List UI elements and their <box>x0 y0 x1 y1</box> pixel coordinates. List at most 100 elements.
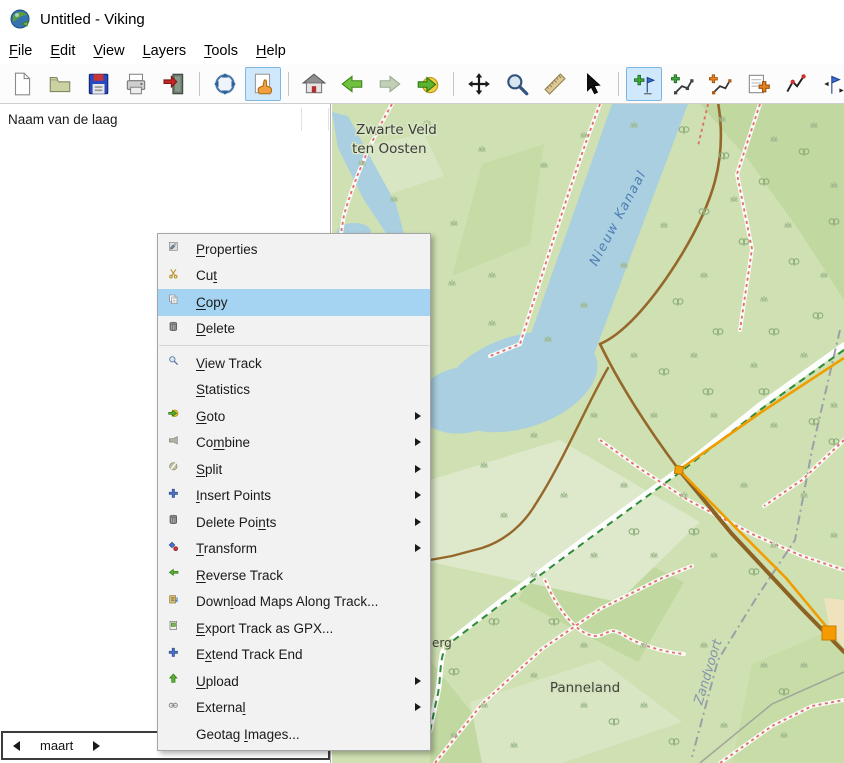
app-globe-icon <box>9 8 31 30</box>
edit-trackpoint-button[interactable] <box>778 67 814 101</box>
create-route-button[interactable] <box>702 67 738 101</box>
context-menu-item-extend-track-end[interactable]: Extend Track End <box>158 642 430 669</box>
circle-arrows-icon <box>214 72 236 95</box>
submenu-arrow-icon <box>415 438 421 446</box>
map-label-area1: Zwarte Veld <box>356 122 437 138</box>
exit-button[interactable] <box>156 67 192 101</box>
context-menu-item-label: Cut <box>196 268 217 283</box>
save-file-button[interactable] <box>80 67 116 101</box>
context-menu-item-label: Insert Points <box>196 488 271 503</box>
month-next-button[interactable] <box>93 740 101 751</box>
ruler-icon <box>544 72 566 95</box>
context-menu-item-split[interactable]: Split <box>158 456 430 483</box>
go-home-button[interactable] <box>296 67 332 101</box>
print-button[interactable] <box>118 67 154 101</box>
month-prev-button[interactable] <box>13 740 20 751</box>
go-back-button[interactable] <box>334 67 370 101</box>
context-menu-item-goto[interactable]: Goto <box>158 403 430 430</box>
submenu-arrow-icon <box>415 464 421 473</box>
context-menu-item-text: Geotag <box>196 726 245 742</box>
context-menu-item-upload[interactable]: Upload <box>158 668 430 695</box>
context-menu-item-download-maps-along-track[interactable]: Download Maps Along Track... <box>158 589 430 616</box>
context-menu-item-geotag-images[interactable]: Geotag Images... <box>158 721 430 748</box>
context-menu-item-properties[interactable]: Properties <box>158 236 430 263</box>
menubar-item-text: H <box>255 43 267 59</box>
new-file-button[interactable] <box>4 67 40 101</box>
no-icon <box>167 382 185 398</box>
menubar-item-file[interactable]: File <box>0 40 41 64</box>
context-menu-item-text: xport Track as GPX... <box>205 620 334 636</box>
context-menu-item-external[interactable]: External <box>158 695 430 722</box>
zoom-tool-button[interactable] <box>499 67 535 101</box>
context-menu-item-label: Combine <box>196 435 250 450</box>
waypoint-plus-icon <box>634 74 656 94</box>
context-menu-item-label: Export Track as GPX... <box>196 621 333 636</box>
menubar-item-tools[interactable]: Tools <box>195 40 247 64</box>
menubar-item-view[interactable]: View <box>84 40 133 64</box>
context-menu-item-text: bine <box>224 435 251 451</box>
delete-trash-icon <box>169 321 177 331</box>
create-waypoint-button[interactable] <box>626 66 662 101</box>
create-track-button[interactable] <box>664 67 700 101</box>
menubar-item-layers[interactable]: Layers <box>134 40 196 64</box>
window-title: Untitled - Viking <box>40 10 145 28</box>
layers-panel-header-label: Naam van de laag <box>8 112 118 127</box>
ruler-tool-button[interactable] <box>537 67 573 101</box>
delete-trash-icon <box>167 321 185 337</box>
context-menu-item-text: mages... <box>247 726 300 742</box>
viking-window: Untitled - Viking File Edit View Layers Tool… <box>0 0 844 763</box>
new-trw-layer-button[interactable] <box>740 67 776 101</box>
magnifier-small-icon <box>169 356 178 366</box>
select-tool-button[interactable] <box>575 67 611 101</box>
context-menu-item-text: Down <box>196 594 231 610</box>
combine-icon <box>169 435 178 445</box>
context-menu-item-copy[interactable]: Copy <box>158 289 430 316</box>
context-menu-item-text: C <box>196 294 206 310</box>
go-forward-button[interactable] <box>372 67 408 101</box>
context-menu-item-text: R <box>196 567 206 583</box>
properties-icon <box>169 242 178 251</box>
layer-plus-icon <box>748 74 770 93</box>
toolbar <box>0 64 844 104</box>
context-menu-item-text: ts <box>265 514 277 530</box>
context-menu-item-label: Statistics <box>196 382 250 397</box>
toolbar-separator <box>199 71 200 96</box>
external-link-icon <box>167 700 185 716</box>
toolbar-separator <box>453 71 454 96</box>
pan-tool-button[interactable] <box>461 67 497 101</box>
edit-waypoint-button[interactable] <box>816 67 844 101</box>
menubar-item-edit[interactable]: Edit <box>41 40 84 64</box>
context-menu-item-cut[interactable]: Cut <box>158 263 430 290</box>
plus-blue-icon <box>168 647 178 657</box>
context-menu-item-insert-points[interactable]: Insert Points <box>158 483 430 510</box>
title-bar: Untitled - Viking <box>0 0 844 38</box>
context-menu-item-label: Split <box>196 462 222 477</box>
open-file-button[interactable] <box>42 67 78 101</box>
goto-location-button[interactable] <box>410 67 446 101</box>
menubar-item-text: L <box>142 43 151 59</box>
pan-drag-mode-button[interactable] <box>245 66 281 101</box>
context-menu-item-delete-points[interactable]: Delete Points <box>158 509 430 536</box>
context-menu-item-view-track[interactable]: View Track <box>158 350 430 377</box>
context-menu-item-combine[interactable]: Combine <box>158 430 430 457</box>
context-menu-item-text: plit <box>205 461 223 477</box>
menubar-item-help[interactable]: Help <box>247 40 295 64</box>
context-menu-item-export-track-as-gpx[interactable]: Export Track as GPX... <box>158 615 430 642</box>
move-viewport-button[interactable] <box>207 67 243 101</box>
context-menu-item-delete[interactable]: Delete <box>158 316 430 343</box>
context-menu-item-text: oad Maps Along Track... <box>233 594 379 610</box>
new-document-icon <box>14 72 31 95</box>
copy-icon <box>167 294 185 310</box>
submenu-arrow-icon <box>415 676 421 685</box>
context-menu-item-text: S <box>196 461 206 477</box>
context-menu-item-label: Goto <box>196 409 225 424</box>
magnifier-small-icon <box>167 355 185 371</box>
context-menu-item-text: elete <box>205 321 236 337</box>
plus-blue-icon <box>167 647 185 663</box>
context-menu-item-transform[interactable]: Transform <box>158 536 430 563</box>
submenu-arrow-icon <box>415 703 421 711</box>
submenu-arrow-icon <box>415 411 421 420</box>
context-menu-item-statistics[interactable]: Statistics <box>158 377 430 404</box>
context-menu-item-reverse-track[interactable]: Reverse Track <box>158 562 430 589</box>
delete-trash-icon <box>169 515 177 525</box>
